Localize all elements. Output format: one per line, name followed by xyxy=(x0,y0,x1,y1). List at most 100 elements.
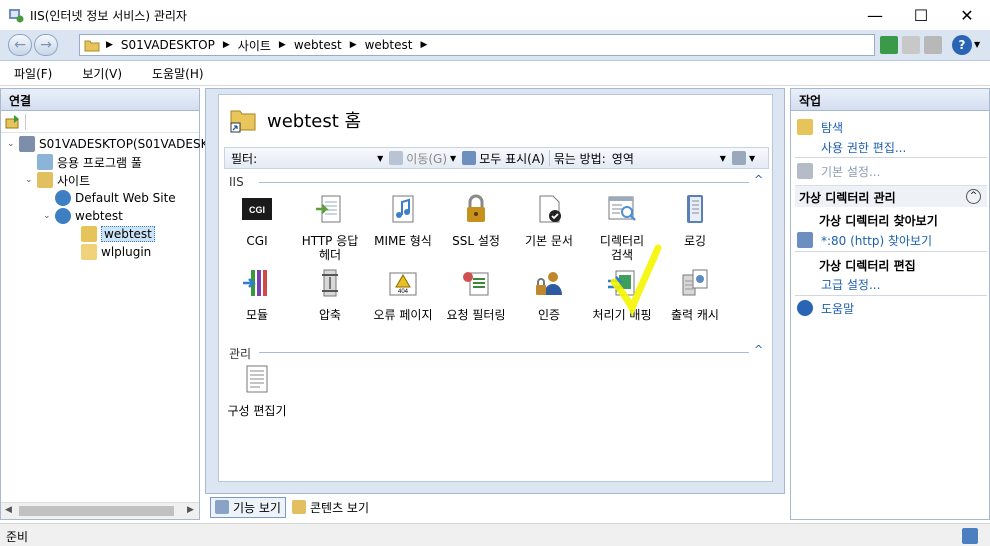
collapse-group-icon[interactable]: ^ xyxy=(754,343,763,356)
menu-file[interactable]: 파일(F) xyxy=(8,65,58,82)
svg-text:CGI: CGI xyxy=(249,205,265,215)
chevron-right-icon: ▶ xyxy=(106,40,113,50)
scroll-right-icon[interactable]: ▶ xyxy=(187,505,194,515)
back-button[interactable]: ← xyxy=(8,34,32,56)
feature-http-response-headers[interactable]: HTTP 응답 헤더 xyxy=(294,193,366,262)
feature-modules[interactable]: 모듈 xyxy=(221,267,293,322)
collapse-section-icon[interactable]: ^ xyxy=(966,189,981,204)
tree-node-app-pools[interactable]: 응용 프로그램 풀 xyxy=(25,153,142,171)
chevron-right-icon: ▶ xyxy=(420,40,428,50)
connections-tree: ⌄ S01VADESKTOP(S01VADESKT 응용 프로그램 풀 ⌄ 사이… xyxy=(1,133,215,260)
feature-ssl-settings[interactable]: SSL 설정 xyxy=(440,193,512,248)
browse-icon xyxy=(797,232,813,248)
breadcrumb-item-server[interactable]: ▶ S01VADESKTOP xyxy=(106,38,215,52)
collapse-group-icon[interactable]: ^ xyxy=(754,173,763,186)
scrollbar-thumb[interactable] xyxy=(19,506,174,516)
features-view-icon xyxy=(215,500,229,514)
feature-output-caching[interactable]: 출력 캐시 xyxy=(659,267,731,322)
connections-pane: 연결 ⌄ S01VADESKTOP(S01VADESKT 응용 프로그램 풀 ⌄… xyxy=(0,88,215,520)
connect-icon[interactable] xyxy=(5,114,21,130)
tab-features-view[interactable]: 기능 보기 xyxy=(210,496,286,518)
content-view-icon xyxy=(291,500,306,514)
address-bar: ← → ▶ S01VADESKTOP ▶ 사이트 ▶ webtest ▶ webtest… xyxy=(0,30,990,61)
forward-button[interactable]: → xyxy=(34,34,58,56)
stop-icon[interactable] xyxy=(902,36,920,54)
chevron-right-icon: ▶ xyxy=(349,40,357,50)
minimize-button[interactable]: — xyxy=(852,0,898,30)
group-by-select[interactable]: 영역 xyxy=(612,150,720,167)
tree-node-webtest-vdir[interactable]: webtest xyxy=(81,225,155,243)
output-caching-icon xyxy=(682,269,708,296)
feature-logging[interactable]: 로깅 xyxy=(659,193,731,248)
feature-error-pages[interactable]: 404 오류 페이지 xyxy=(367,267,439,322)
filter-dropdown-icon[interactable]: ▼ xyxy=(377,154,383,163)
request-filtering-icon xyxy=(463,272,489,296)
breadcrumb[interactable]: ▶ S01VADESKTOP ▶ 사이트 ▶ webtest ▶ webtest ▶ xyxy=(79,34,875,56)
collapse-icon[interactable]: ⌄ xyxy=(43,211,55,221)
breadcrumb-item-vdir[interactable]: ▶ webtest xyxy=(350,38,413,52)
funnel-icon xyxy=(389,151,404,165)
go-dropdown-icon[interactable]: ▼ xyxy=(450,154,456,163)
feature-mime-types[interactable]: MIME 형식 xyxy=(367,193,439,248)
view-mode-dropdown-icon[interactable]: ▼ xyxy=(749,154,755,163)
yellow-annotation-mark xyxy=(610,244,662,317)
action-explore[interactable]: 탐색 xyxy=(797,119,843,136)
http-response-headers-icon xyxy=(316,195,341,223)
filter-label: 필터: xyxy=(231,151,258,166)
refresh-icon[interactable] xyxy=(880,36,898,54)
breadcrumb-item-site[interactable]: ▶ webtest xyxy=(279,38,342,52)
action-help[interactable]: 도움말 xyxy=(797,300,854,317)
filter-separator xyxy=(548,150,550,166)
close-button[interactable]: ✕ xyxy=(944,0,990,30)
directory-browsing-icon xyxy=(608,196,636,221)
app-pool-icon xyxy=(37,154,53,170)
action-browse-80[interactable]: *:80 (http) 찾아보기 xyxy=(797,232,932,249)
scroll-left-icon[interactable]: ◀ xyxy=(5,505,12,515)
group-iis-label: IIS xyxy=(229,175,248,189)
show-all-button[interactable]: 모두 표시(A) xyxy=(479,150,545,167)
action-advanced-settings[interactable]: 고급 설정... xyxy=(821,276,880,293)
group-by-dropdown-icon[interactable]: ▼ xyxy=(720,154,726,163)
maximize-button[interactable]: ☐ xyxy=(898,0,944,30)
folder-icon xyxy=(81,244,97,260)
folder-icon xyxy=(84,40,100,52)
browse-vdir-title: 가상 디렉터리 찾아보기 xyxy=(819,214,938,228)
tree-node-sites[interactable]: ⌄ 사이트 xyxy=(25,171,90,189)
help-icon[interactable]: ? xyxy=(952,35,972,55)
collapse-icon[interactable]: ⌄ xyxy=(7,139,19,149)
menu-view[interactable]: 보기(V) xyxy=(76,65,128,82)
feature-configuration-editor[interactable]: 구성 편집기 xyxy=(221,363,293,418)
view-mode-icon[interactable] xyxy=(731,151,746,165)
cgi-icon: CGI xyxy=(242,198,272,220)
home-icon[interactable] xyxy=(924,36,942,54)
feature-request-filtering[interactable]: 요청 필터링 xyxy=(440,267,512,322)
feature-authentication[interactable]: 인증 xyxy=(513,267,585,322)
arrow-left-icon: ← xyxy=(14,37,26,53)
error-pages-icon: 404 xyxy=(389,272,417,296)
filter-input[interactable] xyxy=(261,150,378,166)
globe-icon xyxy=(55,208,71,224)
breadcrumb-item-sites[interactable]: ▶ 사이트 xyxy=(223,37,271,54)
default-document-icon xyxy=(539,195,561,223)
go-button[interactable]: 이동(G) xyxy=(406,150,447,167)
menu-help[interactable]: 도움말(H) xyxy=(146,65,210,82)
filter-bar: 필터: ▼ 이동(G) ▼ 모두 표시(A) 묶는 방법: 영역 ▼ ▼ xyxy=(224,147,769,169)
svg-text:404: 404 xyxy=(398,289,409,295)
tree-node-wlplugin[interactable]: wlplugin xyxy=(81,243,151,261)
network-status-icon xyxy=(962,528,978,544)
feature-cgi[interactable]: CGI CGI xyxy=(221,193,293,248)
chevron-down-icon[interactable]: ▼ xyxy=(974,40,980,49)
horizontal-scrollbar[interactable]: ◀ ▶ xyxy=(1,502,199,519)
breadcrumb-dropdown[interactable]: ▶ xyxy=(420,40,435,50)
title-bar: IIS(인터넷 정보 서비스) 관리자 — ☐ ✕ xyxy=(0,0,990,30)
tree-node-default-web-site[interactable]: Default Web Site xyxy=(55,189,176,207)
collapse-icon[interactable]: ⌄ xyxy=(25,175,37,185)
tree-node-webtest-site[interactable]: ⌄ webtest xyxy=(43,207,123,225)
action-edit-permissions[interactable]: 사용 권한 편집... xyxy=(821,139,906,156)
tab-content-view[interactable]: 콘텐츠 보기 xyxy=(288,498,373,517)
settings-icon xyxy=(797,163,813,179)
action-basic-settings[interactable]: 기본 설정... xyxy=(797,163,880,180)
feature-default-document[interactable]: 기본 문서 xyxy=(513,193,585,248)
tree-node-server[interactable]: ⌄ S01VADESKTOP(S01VADESKT xyxy=(7,135,215,153)
feature-compression[interactable]: 압축 xyxy=(294,267,366,322)
